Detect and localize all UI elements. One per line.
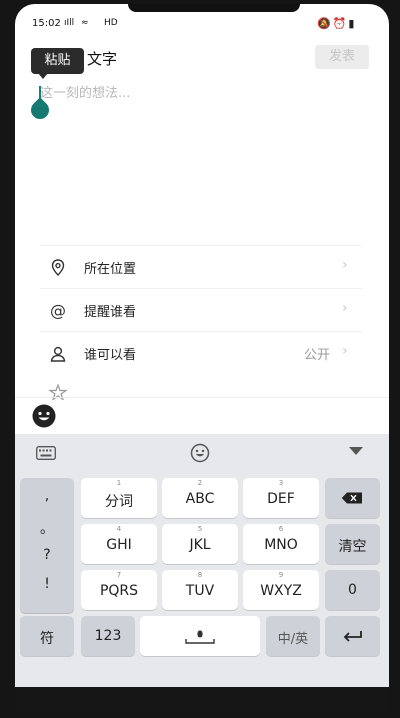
punct-period[interactable]: 。 [20, 518, 74, 538]
key-label: MNO [264, 537, 298, 553]
key-number: 3 [278, 479, 284, 487]
punct-comma[interactable]: , [20, 488, 74, 504]
punct-exclaim[interactable]: ! [20, 576, 74, 592]
key-8[interactable]: 8 TUV [162, 570, 238, 610]
key-label: JKL [189, 537, 211, 553]
punctuation-column[interactable]: , 。 ? ! [20, 478, 74, 613]
svg-text:@: @ [50, 301, 66, 320]
key-number: 2 [197, 479, 203, 487]
key-label: ABC [185, 491, 215, 507]
key-number: 8 [197, 571, 203, 579]
key-label: 123 [94, 628, 122, 644]
key-2[interactable]: 2 ABC [162, 478, 238, 518]
paste-tooltip[interactable]: 粘贴 [31, 48, 84, 79]
key-label: WXYZ [260, 583, 302, 599]
key-label: DEF [267, 491, 295, 507]
keyboard-icon[interactable] [36, 446, 56, 460]
signal-icon: ıIll [64, 18, 75, 28]
option-label: 谁可以看 [84, 348, 137, 363]
key-number: 5 [197, 525, 203, 533]
key-label: 清空 [338, 539, 367, 555]
key-label: 中/英 [277, 632, 309, 647]
key-number: 7 [116, 571, 122, 579]
zero-key[interactable]: 0 [325, 570, 380, 610]
key-label: 分词 [105, 494, 133, 510]
keyboard-toolbar [15, 434, 389, 472]
clear-key[interactable]: 清空 [325, 524, 380, 564]
key-6[interactable]: 6 MNO [243, 524, 319, 564]
key-label: PQRS [99, 583, 139, 599]
ime-keyboard: , 。 ? ! 1 分词 2 ABC 3 DEF 4 GHI 5 JKL 6 M… [15, 434, 389, 687]
emoji-icon[interactable] [190, 443, 210, 463]
option-remind[interactable]: @ 提醒谁看 › [40, 288, 362, 331]
at-sign-icon: @ [50, 301, 66, 320]
key-label: TUV [185, 583, 215, 599]
enter-icon [343, 631, 362, 642]
key-number: 4 [116, 525, 122, 533]
option-label: 提醒谁看 [84, 305, 137, 320]
chevron-right-icon: › [342, 300, 348, 316]
symbol-key[interactable]: 符 [20, 616, 74, 656]
status-right-icons: 🔕⏰▮ [317, 17, 357, 30]
key-number: 9 [278, 571, 284, 579]
key-label: 0 [348, 582, 357, 598]
key-number: 1 [116, 479, 122, 487]
key-label: 符 [40, 631, 54, 647]
person-icon [50, 346, 66, 362]
key-5[interactable]: 5 JKL [162, 524, 238, 564]
language-switch-key[interactable]: 中/英 [266, 616, 320, 656]
chevron-right-icon: › [342, 257, 348, 273]
option-value: 公开 [304, 348, 331, 363]
key-label: GHI [106, 537, 132, 553]
collapse-keyboard-icon[interactable] [349, 447, 363, 455]
key-number: 6 [278, 525, 284, 533]
microphone-icon [185, 630, 215, 644]
publish-button[interactable]: 发表 [315, 45, 369, 69]
punct-question[interactable]: ? [20, 547, 74, 563]
backspace-key[interactable] [325, 478, 380, 518]
hd-label: HD [104, 18, 118, 28]
emoji-button-icon[interactable] [31, 403, 57, 429]
key-9[interactable]: 9 WXYZ [243, 570, 319, 610]
wifi-icon: ≈ [81, 18, 89, 28]
phone-screen: 15:02 ıIll ≈ HD 🔕⏰▮ 粘贴 文字 发表 这一刻的想法... 所… [15, 4, 389, 716]
key-1[interactable]: 1 分词 [81, 478, 157, 518]
number-key[interactable]: 123 [81, 616, 135, 656]
location-pin-icon [51, 259, 65, 276]
key-3[interactable]: 3 DEF [243, 478, 319, 518]
space-key[interactable] [140, 616, 260, 656]
post-options-list: 所在位置 › @ 提醒谁看 › 谁可以看 公开 › [40, 245, 362, 374]
option-visibility[interactable]: 谁可以看 公开 › [40, 331, 362, 374]
backspace-icon [341, 492, 362, 504]
post-text-input[interactable]: 这一刻的想法... [40, 84, 370, 108]
key-7[interactable]: 7 PQRS [81, 570, 157, 610]
divider [15, 397, 389, 398]
navigation-bar [15, 687, 389, 716]
option-location[interactable]: 所在位置 › [40, 245, 362, 288]
option-label: 所在位置 [84, 262, 137, 277]
chevron-right-icon: › [342, 343, 348, 359]
page-title: 文字 [87, 50, 118, 68]
status-bar: 15:02 ıIll ≈ HD 🔕⏰▮ [15, 10, 389, 40]
enter-key[interactable] [325, 616, 380, 656]
key-4[interactable]: 4 GHI [81, 524, 157, 564]
status-time: 15:02 [32, 18, 61, 29]
